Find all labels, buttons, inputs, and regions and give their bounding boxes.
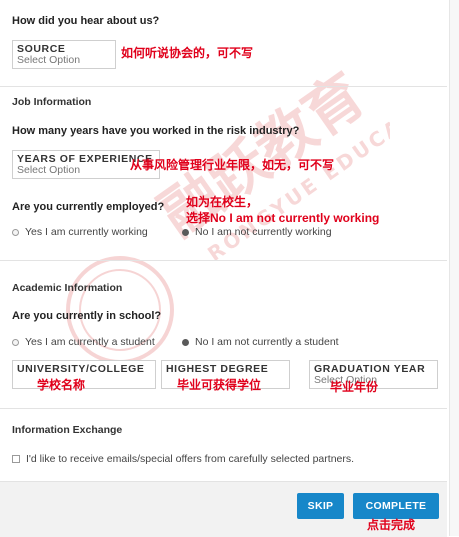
partner-offers-label: I'd like to receive emails/special offer… [26,453,355,465]
divider [0,408,447,409]
source-note: 如何听说协会的，可不写 [121,46,254,60]
radio-employed-yes-label: Yes I am currently working [25,226,148,238]
job-info-title: Job Information [12,96,92,108]
school-question: Are you currently in school? [12,310,162,322]
employed-note-line2: 选择No I am not currently working [186,211,380,225]
skip-button[interactable]: SKIP [297,493,344,519]
radio-selected-icon [182,338,189,346]
partner-offers-checkbox[interactable]: I'd like to receive emails/special offer… [12,453,354,465]
years-question: How many years have you worked in the ri… [12,125,300,137]
radio-circle-icon [12,228,19,236]
info-exchange-title: Information Exchange [12,424,123,436]
degree-note: 毕业可获得学位 [177,378,262,392]
university-label: UNIVERSITY/COLLEGE [17,363,145,375]
radio-student-yes[interactable]: Yes I am currently a student [12,336,155,348]
radio-circle-icon [12,338,19,346]
complete-note: 点击完成 [367,518,416,532]
scrollbar[interactable] [449,0,459,536]
divider [0,260,447,261]
radio-selected-icon [182,228,189,236]
graduation-note: 毕业年份 [330,380,379,394]
employed-question: Are you currently employed? [12,201,165,213]
source-placeholder: Select Option [17,54,81,66]
university-note: 学校名称 [37,378,86,392]
years-note: 从事风险管理行业年限，如无，可不写 [130,158,335,172]
radio-employed-yes[interactable]: Yes I am currently working [12,226,148,238]
radio-employed-no-label: No I am not currently working [195,226,332,238]
radio-student-yes-label: Yes I am currently a student [25,336,155,348]
academic-info-title: Academic Information [12,282,123,294]
employed-note-line1: 如为在校生， [186,195,259,209]
source-select[interactable]: SOURCE Select Option [12,40,116,69]
hear-about-question: How did you hear about us? [12,15,160,27]
radio-student-no-label: No I am not currently a student [195,336,339,348]
radio-employed-no[interactable]: No I am not currently working [182,226,332,238]
highest-degree-label: HIGHEST DEGREE [166,363,269,375]
radio-student-no[interactable]: No I am not currently a student [182,336,339,348]
divider [0,86,447,87]
checkbox-icon [12,455,20,463]
